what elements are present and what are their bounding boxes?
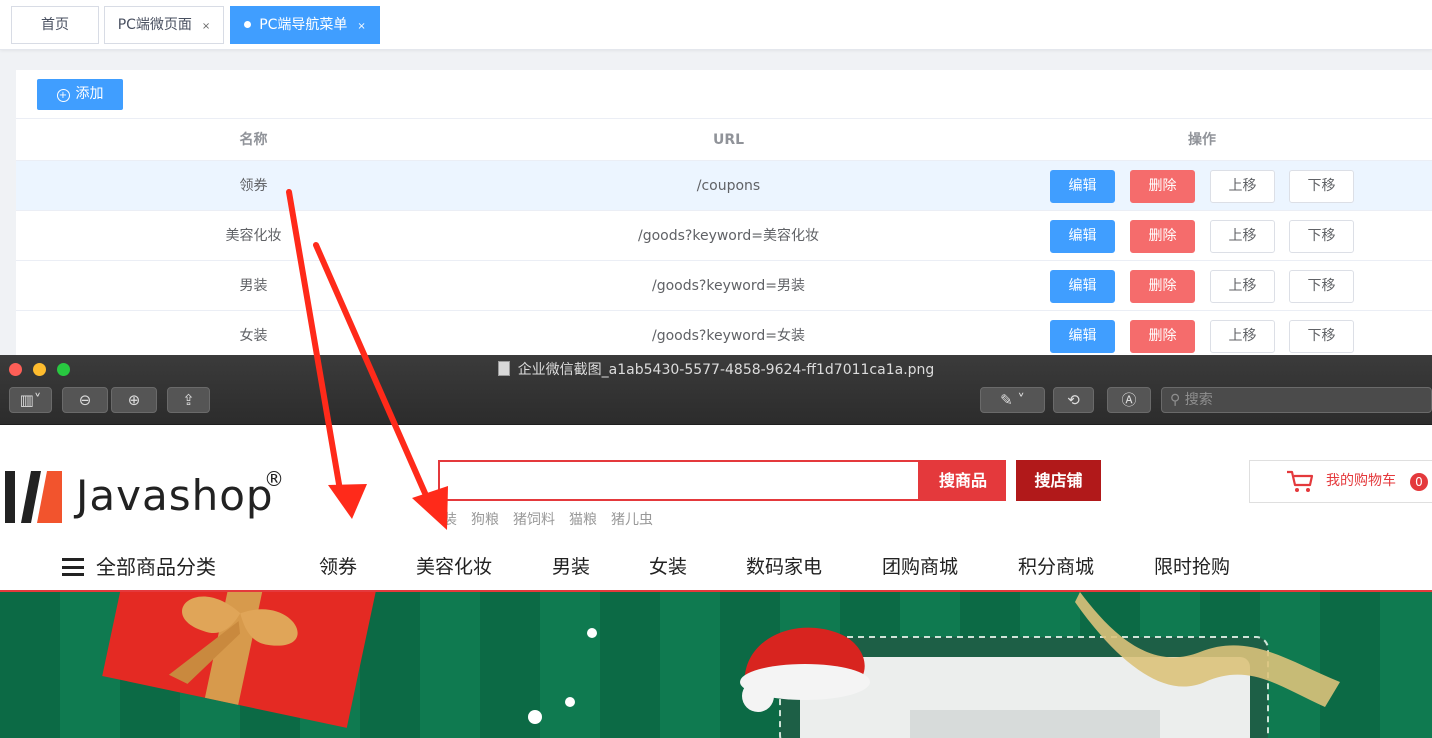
- hot-word-link[interactable]: 猪饲料: [513, 512, 555, 528]
- table-row[interactable]: 男装 /goods?keyword=男装 编辑 删除 上移 下移: [16, 261, 1432, 311]
- row-name: 美容化妆: [225, 228, 282, 244]
- hot-word-link[interactable]: 狗粮: [471, 512, 499, 528]
- delete-button[interactable]: 删除: [1130, 270, 1195, 303]
- preview-titlebar: 企业微信截图_a1ab5430-5577-4858-9624-ff1d7011c…: [0, 355, 1432, 425]
- nav-item-womenswear[interactable]: 女装: [649, 544, 687, 590]
- window-title-text: 企业微信截图_a1ab5430-5577-4858-9624-ff1d7011c…: [517, 362, 935, 378]
- preview-search-placeholder: 搜索: [1184, 392, 1213, 408]
- file-icon: [497, 361, 510, 376]
- tab-pc-micro-page[interactable]: PC端微页面 ×: [104, 6, 224, 44]
- add-button-label: 添加: [75, 86, 104, 102]
- shop-search-input[interactable]: [438, 460, 920, 501]
- preview-search-field[interactable]: ⚲ 搜索: [1161, 387, 1432, 413]
- nav-item-coupons[interactable]: 领券: [319, 544, 357, 590]
- delete-button[interactable]: 删除: [1130, 320, 1195, 353]
- edit-button[interactable]: 编辑: [1050, 220, 1115, 253]
- column-header-name: 名称: [239, 132, 268, 148]
- tab-label: PC端微页面: [117, 17, 192, 33]
- move-down-button[interactable]: 下移: [1289, 220, 1354, 253]
- row-name: 领券: [239, 178, 268, 194]
- hot-words: 装狗粮 猪饲料 猫粮 猪儿虫: [443, 509, 667, 529]
- zoom-out-icon[interactable]: ⊖: [62, 387, 108, 413]
- nav-item-digital[interactable]: 数码家电: [746, 544, 822, 590]
- shop-nav: 全部商品分类 领券 美容化妆 男装 女装 数码家电 团购商城 积分商城 限时抢购: [0, 544, 1432, 590]
- add-button[interactable]: + 添加: [37, 79, 123, 110]
- markup-pen-icon[interactable]: ✎ ˅: [980, 387, 1045, 413]
- tab-close-icon[interactable]: ×: [202, 21, 210, 32]
- nav-item-flash-sale[interactable]: 限时抢购: [1154, 544, 1230, 590]
- cart-label: 我的购物车: [1326, 473, 1396, 489]
- active-dot-icon: [244, 21, 252, 28]
- move-up-button[interactable]: 上移: [1210, 170, 1275, 203]
- hot-word-link[interactable]: 猪儿虫: [611, 512, 653, 528]
- javashop-logo-icon: [5, 471, 62, 523]
- search-goods-button[interactable]: 搜商品: [920, 460, 1006, 501]
- preview-window: 企业微信截图_a1ab5430-5577-4858-9624-ff1d7011c…: [0, 355, 1432, 738]
- christmas-banner-art: [102, 592, 1340, 738]
- delete-button[interactable]: 删除: [1130, 170, 1195, 203]
- annotate-icon[interactable]: Ⓐ: [1107, 387, 1151, 413]
- plus-circle-icon: +: [56, 89, 70, 102]
- row-url: /goods?keyword=美容化妆: [638, 228, 819, 244]
- gift-box-icon: [102, 592, 378, 728]
- row-url: /goods?keyword=女装: [652, 328, 805, 344]
- nav-menu-panel: + 添加 名称 URL 操作 领券 /coupons 编辑 删除 上移 下移 美容…: [16, 70, 1432, 370]
- promo-banner[interactable]: [0, 590, 1432, 738]
- column-header-ops: 操作: [1188, 132, 1216, 148]
- all-categories-menu[interactable]: 全部商品分类: [62, 544, 216, 590]
- nav-item-group-buy[interactable]: 团购商城: [882, 544, 958, 590]
- table-row[interactable]: 女装 /goods?keyword=女装 编辑 删除 上移 下移: [16, 311, 1432, 361]
- edit-button[interactable]: 编辑: [1050, 170, 1115, 203]
- logo-text: Javashop: [76, 471, 274, 520]
- move-up-button[interactable]: 上移: [1210, 270, 1275, 303]
- zoom-in-icon[interactable]: ⊕: [111, 387, 157, 413]
- screenshot-root: 首页 PC端微页面 × PC端导航菜单 × + 添加 名称 URL 操作 领券 /co…: [0, 0, 1432, 738]
- move-up-button[interactable]: 上移: [1210, 320, 1275, 353]
- cart-count-badge: 0: [1410, 473, 1428, 491]
- nav-item-points-mall[interactable]: 积分商城: [1018, 544, 1094, 590]
- sidebar-toggle-icon[interactable]: ▥˅: [9, 387, 52, 413]
- search-shop-button[interactable]: 搜店铺: [1016, 460, 1101, 501]
- row-url: /goods?keyword=男装: [652, 278, 805, 294]
- rotate-icon[interactable]: ⟲: [1053, 387, 1094, 413]
- column-header-url: URL: [712, 132, 745, 148]
- all-categories-label: 全部商品分类: [96, 555, 216, 579]
- hot-word-link[interactable]: 猫粮: [569, 512, 597, 528]
- row-name: 女装: [239, 328, 268, 344]
- move-down-button[interactable]: 下移: [1289, 270, 1354, 303]
- nav-item-beauty[interactable]: 美容化妆: [416, 544, 492, 590]
- menu-icon: [62, 558, 84, 576]
- move-down-button[interactable]: 下移: [1289, 320, 1354, 353]
- tab-home[interactable]: 首页: [11, 6, 99, 44]
- registered-mark: ®: [264, 467, 284, 491]
- nav-item-menswear[interactable]: 男装: [552, 544, 590, 590]
- edit-button[interactable]: 编辑: [1050, 320, 1115, 353]
- cart-button[interactable]: 我的购物车 0: [1249, 460, 1432, 503]
- edit-button[interactable]: 编辑: [1050, 270, 1115, 303]
- table-header: 名称 URL 操作: [16, 118, 1432, 161]
- tab-label: 首页: [41, 17, 69, 33]
- tab-close-icon[interactable]: ×: [357, 21, 365, 32]
- cart-icon: [1287, 470, 1314, 492]
- tab-pc-nav-menu[interactable]: PC端导航菜单 ×: [230, 6, 380, 44]
- tab-label: PC端导航菜单: [259, 17, 348, 33]
- row-url: /coupons: [696, 178, 761, 194]
- hot-word-link[interactable]: 装: [443, 512, 457, 528]
- move-up-button[interactable]: 上移: [1210, 220, 1275, 253]
- move-down-button[interactable]: 下移: [1289, 170, 1354, 203]
- tabs-bar: 首页 PC端微页面 × PC端导航菜单 ×: [0, 0, 1432, 50]
- delete-button[interactable]: 删除: [1130, 220, 1195, 253]
- row-name: 男装: [239, 278, 268, 294]
- share-icon[interactable]: ⇪: [167, 387, 210, 413]
- table-row[interactable]: 领券 /coupons 编辑 删除 上移 下移: [16, 161, 1432, 211]
- table-row[interactable]: 美容化妆 /goods?keyword=美容化妆 编辑 删除 上移 下移: [16, 211, 1432, 261]
- search-icon: ⚲: [1170, 392, 1185, 408]
- window-title: 企业微信截图_a1ab5430-5577-4858-9624-ff1d7011c…: [0, 358, 1432, 382]
